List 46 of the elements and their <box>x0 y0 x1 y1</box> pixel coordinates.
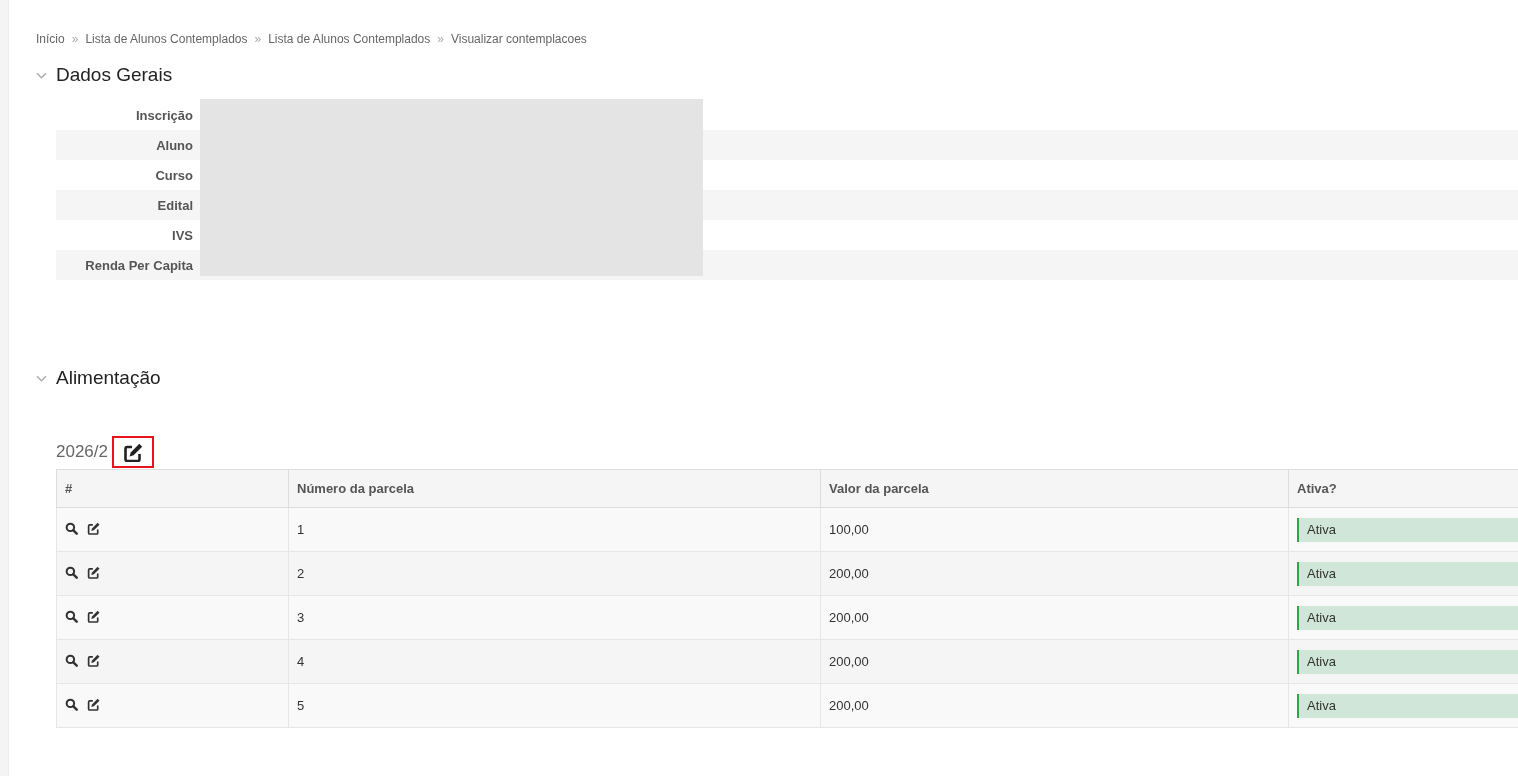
breadcrumb-separator: » <box>254 32 262 46</box>
column-header: # <box>65 481 73 496</box>
column-header: Valor da parcela <box>829 481 929 496</box>
table-cell: 2 <box>297 566 305 581</box>
edit-icon[interactable] <box>87 609 100 623</box>
table-cell: 200,00 <box>829 610 869 625</box>
table-cell: 3 <box>297 610 305 625</box>
column-header: Ativa? <box>1297 481 1337 496</box>
section-title: Alimentação <box>56 367 161 389</box>
search-icon[interactable] <box>65 653 78 667</box>
table-cell: 100,00 <box>829 522 869 537</box>
search-icon[interactable] <box>65 521 78 535</box>
edit-icon[interactable] <box>87 521 100 535</box>
field-label: Renda Per Capita <box>84 257 193 273</box>
edit-icon[interactable] <box>87 697 100 711</box>
breadcrumb-separator: » <box>71 32 79 46</box>
field-label: Curso <box>154 167 193 183</box>
breadcrumb-link[interactable]: Visualizar contemplacoes <box>450 32 587 46</box>
status-badge: Ativa <box>1297 561 1518 586</box>
table-cell: 4 <box>297 654 305 669</box>
breadcrumb-link[interactable]: Início <box>36 32 65 46</box>
table-cell: 200,00 <box>829 566 869 581</box>
breadcrumb-link[interactable]: Lista de Alunos Contemplados <box>85 32 248 46</box>
field-label: Inscrição <box>134 107 193 123</box>
field-label: Aluno <box>155 137 193 153</box>
edit-icon[interactable] <box>87 653 100 667</box>
status-badge: Ativa <box>1297 517 1518 542</box>
edit-icon[interactable] <box>123 442 143 462</box>
search-icon[interactable] <box>65 609 78 623</box>
table-cell: 5 <box>297 698 305 713</box>
table-cell: 200,00 <box>829 654 869 669</box>
search-icon[interactable] <box>65 565 78 579</box>
status-badge: Ativa <box>1297 693 1518 718</box>
field-label: Edital <box>156 197 193 213</box>
field-label: IVS <box>171 227 193 243</box>
breadcrumb-link[interactable]: Lista de Alunos Contemplados <box>268 32 431 46</box>
status-badge: Ativa <box>1297 605 1518 630</box>
column-header: Número da parcela <box>297 481 415 496</box>
table-cell: 1 <box>297 522 305 537</box>
edit-icon[interactable] <box>87 565 100 579</box>
breadcrumb-separator: » <box>437 32 444 46</box>
section-title: Dados Gerais <box>56 64 173 86</box>
search-icon[interactable] <box>65 697 78 711</box>
table-cell: 200,00 <box>829 698 869 713</box>
status-badge: Ativa <box>1297 649 1518 674</box>
period-title: 2026/2 <box>56 442 108 462</box>
